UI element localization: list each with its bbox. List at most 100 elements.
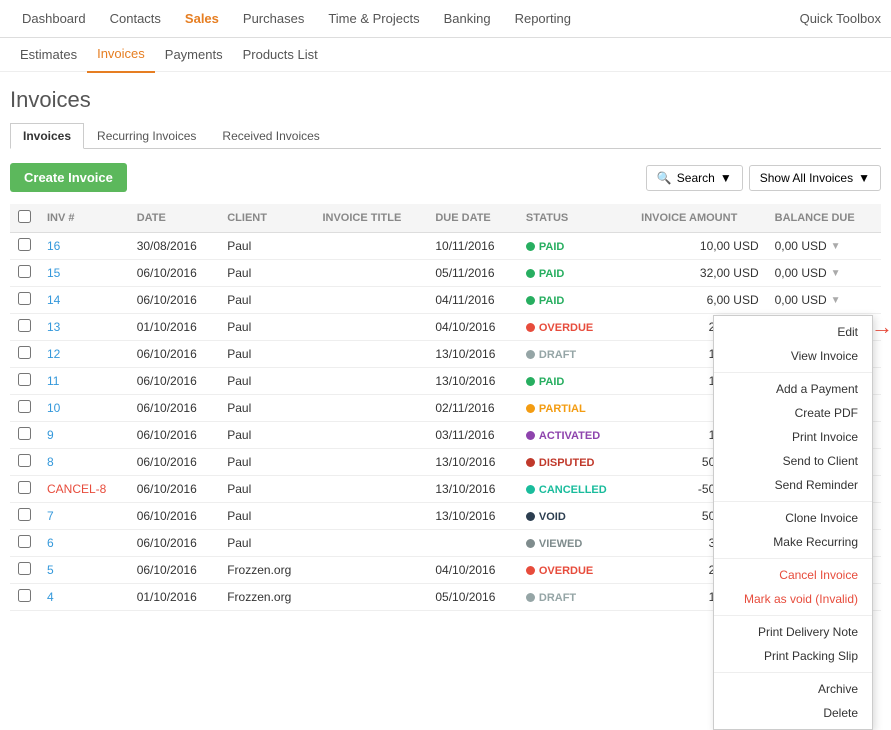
invoice-number[interactable]: 11 [47,374,59,388]
invoice-number[interactable]: 15 [47,266,60,280]
search-button[interactable]: 🔍 Search ▼ [646,165,743,191]
top-navigation: Dashboard Contacts Sales Purchases Time … [0,0,891,38]
nav-purchases[interactable]: Purchases [231,0,316,38]
row-checkbox[interactable] [18,265,31,278]
nav-contacts[interactable]: Contacts [98,0,173,38]
menu-divider [714,558,872,559]
menu-item[interactable]: Add a Payment [714,377,872,401]
invoice-number[interactable]: 8 [47,455,54,469]
nav-time-projects[interactable]: Time & Projects [316,0,431,38]
invoice-number[interactable]: 6 [47,536,54,550]
row-checkbox[interactable] [18,535,31,548]
row-expand-icon[interactable]: ▼ [831,241,841,252]
search-label: Search [677,171,715,185]
invoice-number[interactable]: 5 [47,563,54,577]
quick-toolbox[interactable]: Quick Toolbox [800,11,881,26]
row-checkbox[interactable] [18,400,31,413]
invoice-date: 30/08/2016 [137,239,197,253]
row-expand-icon[interactable]: ▼ [831,295,841,306]
row-checkbox[interactable] [18,589,31,602]
menu-item[interactable]: Send to Client [714,449,872,473]
status-label: DISPUTED [539,457,595,469]
tab-recurring-invoices[interactable]: Recurring Invoices [84,123,209,149]
row-checkbox[interactable] [18,481,31,494]
menu-item[interactable]: Print Packing Slip [714,644,872,668]
menu-item[interactable]: Print Invoice [714,425,872,449]
due-date: 10/11/2016 [435,239,494,253]
due-date: 13/10/2016 [435,509,495,523]
subnav-estimates[interactable]: Estimates [10,38,87,72]
invoice-number[interactable]: 13 [47,320,60,334]
balance-cell: 0,00 USD▼ [767,287,881,314]
show-all-invoices-button[interactable]: Show All Invoices ▼ [749,165,881,191]
invoice-number[interactable]: 14 [47,293,60,307]
menu-item[interactable]: Print Delivery Note [714,620,872,644]
status-cell: OVERDUE [518,557,633,584]
invoice-number-cell: 4 [39,584,129,611]
status-dot [526,323,535,332]
invoice-number[interactable]: CANCEL-8 [47,482,106,496]
tab-invoices[interactable]: Invoices [10,123,84,149]
header-invoice-amount: INVOICE AMOUNT [633,204,766,233]
menu-item[interactable]: Delete [714,701,872,725]
menu-item[interactable]: Archive [714,677,872,701]
due-date-cell: 03/11/2016 [427,422,518,449]
client-name: Paul [227,239,251,253]
row-expand-icon[interactable]: ▼ [831,268,841,279]
row-checkbox-cell [10,503,39,530]
invoice-title-cell [314,395,427,422]
row-checkbox[interactable] [18,454,31,467]
due-date: 04/10/2016 [435,320,495,334]
invoice-title-cell [314,449,427,476]
invoice-date: 06/10/2016 [137,374,197,388]
header-client: CLIENT [219,204,314,233]
status-label: PAID [539,241,564,253]
invoice-title-cell [314,503,427,530]
menu-item[interactable]: Make Recurring [714,530,872,554]
menu-item[interactable]: Clone Invoice [714,506,872,530]
nav-sales[interactable]: Sales [173,0,231,38]
row-checkbox[interactable] [18,562,31,575]
row-checkbox[interactable] [18,319,31,332]
status-label: CANCELLED [539,484,607,496]
due-date: 13/10/2016 [435,482,495,496]
subnav-products-list[interactable]: Products List [233,38,328,72]
invoice-number[interactable]: 4 [47,590,54,604]
menu-item[interactable]: Cancel Invoice [714,563,872,587]
row-checkbox-cell [10,260,39,287]
invoice-number[interactable]: 16 [47,239,60,253]
table-row: 13 01/10/2016 Paul 04/10/2016 OVERDUE 24… [10,314,881,341]
client-name: Paul [227,401,251,415]
nav-reporting[interactable]: Reporting [503,0,583,38]
due-date: 13/10/2016 [435,374,495,388]
row-checkbox[interactable] [18,373,31,386]
menu-item[interactable]: View Invoice [714,344,872,368]
create-invoice-button[interactable]: Create Invoice [10,163,127,192]
invoice-number[interactable]: 7 [47,509,54,523]
row-checkbox[interactable] [18,292,31,305]
subnav-invoices[interactable]: Invoices [87,37,155,73]
select-all-checkbox[interactable] [18,210,31,223]
menu-item[interactable]: Send Reminder [714,473,872,497]
tab-received-invoices[interactable]: Received Invoices [209,123,332,149]
row-checkbox[interactable] [18,238,31,251]
row-checkbox[interactable] [18,427,31,440]
invoice-number[interactable]: 12 [47,347,60,361]
menu-item[interactable]: Edit [714,320,872,344]
row-checkbox[interactable] [18,508,31,521]
header-date: DATE [129,204,220,233]
invoice-title-cell [314,260,427,287]
invoice-number[interactable]: 10 [47,401,60,415]
menu-item[interactable]: Create PDF [714,401,872,425]
invoice-tabs: Invoices Recurring Invoices Received Inv… [10,123,881,149]
nav-banking[interactable]: Banking [432,0,503,38]
subnav-payments[interactable]: Payments [155,38,233,72]
nav-dashboard[interactable]: Dashboard [10,0,98,38]
status-label: DRAFT [539,349,576,361]
invoice-number[interactable]: 9 [47,428,54,442]
header-checkbox[interactable] [10,204,39,233]
menu-item[interactable]: Mark as void (Invalid) [714,587,872,611]
invoice-number-cell: 14 [39,287,129,314]
row-checkbox[interactable] [18,346,31,359]
invoice-number-cell: 11 [39,368,129,395]
